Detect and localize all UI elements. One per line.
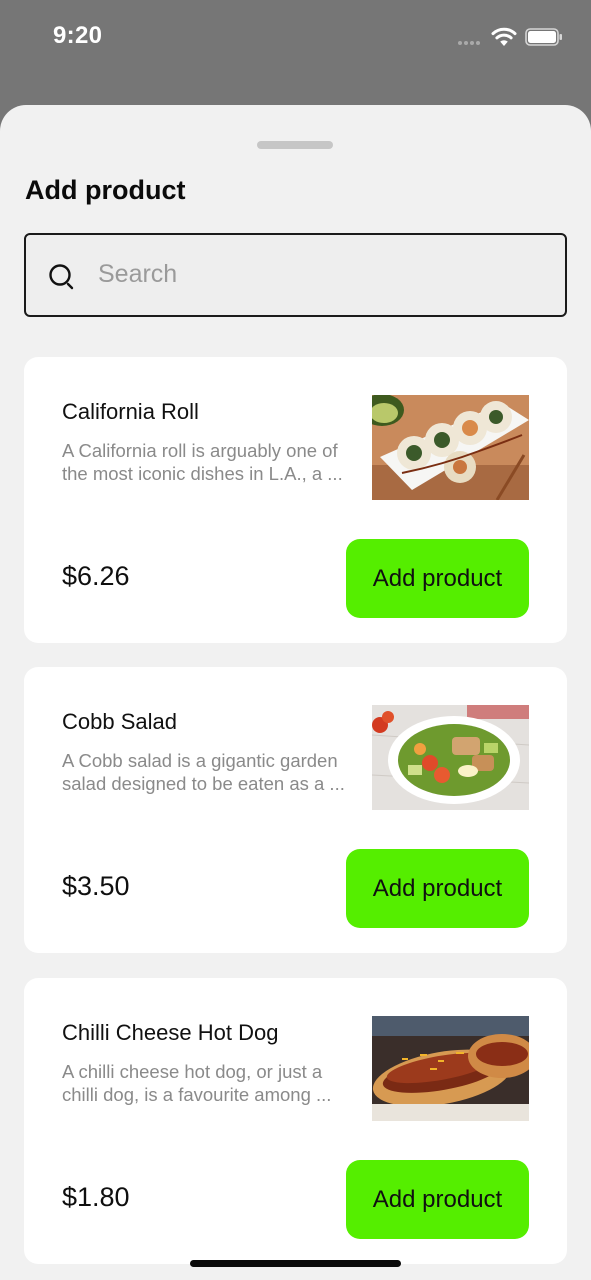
product-description-line: chilli dog, is a favourite among ... bbox=[62, 1084, 332, 1105]
product-description: A chilli cheese hot dog, or just a chill… bbox=[62, 1060, 354, 1106]
search-input[interactable]: Search bbox=[98, 260, 177, 289]
product-description-line: A California roll is arguably one of bbox=[62, 440, 338, 461]
add-product-button[interactable]: Add product bbox=[346, 539, 529, 618]
product-image-california-roll bbox=[372, 395, 529, 500]
add-product-sheet: Add product Search California Roll A Cal… bbox=[0, 105, 591, 1280]
wifi-icon bbox=[491, 27, 517, 46]
add-product-button[interactable]: Add product bbox=[346, 1160, 529, 1239]
product-description-line: the most iconic dishes in L.A., a ... bbox=[62, 463, 343, 484]
product-card: Cobb Salad A Cobb salad is a gigantic ga… bbox=[24, 667, 567, 953]
product-description-line: salad designed to be eaten as a ... bbox=[62, 773, 345, 794]
search-field[interactable]: Search bbox=[24, 233, 567, 317]
product-image-hot-dog bbox=[372, 1016, 529, 1121]
sheet-title: Add product bbox=[25, 175, 186, 205]
battery-icon bbox=[525, 28, 562, 46]
product-card: California Roll A California roll is arg… bbox=[24, 357, 567, 643]
sheet-grabber-handle[interactable] bbox=[257, 141, 333, 149]
product-name: Chilli Cheese Hot Dog bbox=[62, 1020, 279, 1045]
product-name: California Roll bbox=[62, 399, 199, 424]
product-price: $3.50 bbox=[62, 871, 130, 901]
product-description: A California roll is arguably one of the… bbox=[62, 439, 354, 485]
search-icon bbox=[49, 264, 74, 290]
add-product-button[interactable]: Add product bbox=[346, 849, 529, 928]
product-price: $1.80 bbox=[62, 1182, 130, 1212]
product-description-line: A chilli cheese hot dog, or just a bbox=[62, 1061, 323, 1082]
status-bar: 9:20 bbox=[0, 0, 591, 80]
signal-dots-icon bbox=[458, 41, 484, 47]
product-card: Chilli Cheese Hot Dog A chilli cheese ho… bbox=[24, 978, 567, 1264]
home-indicator bbox=[190, 1260, 401, 1267]
product-description: A Cobb salad is a gigantic garden salad … bbox=[62, 749, 354, 795]
product-price: $6.26 bbox=[62, 561, 130, 591]
product-name: Cobb Salad bbox=[62, 709, 177, 734]
product-image-cobb-salad bbox=[372, 705, 529, 810]
product-description-line: A Cobb salad is a gigantic garden bbox=[62, 750, 338, 771]
status-time: 9:20 bbox=[53, 22, 103, 49]
